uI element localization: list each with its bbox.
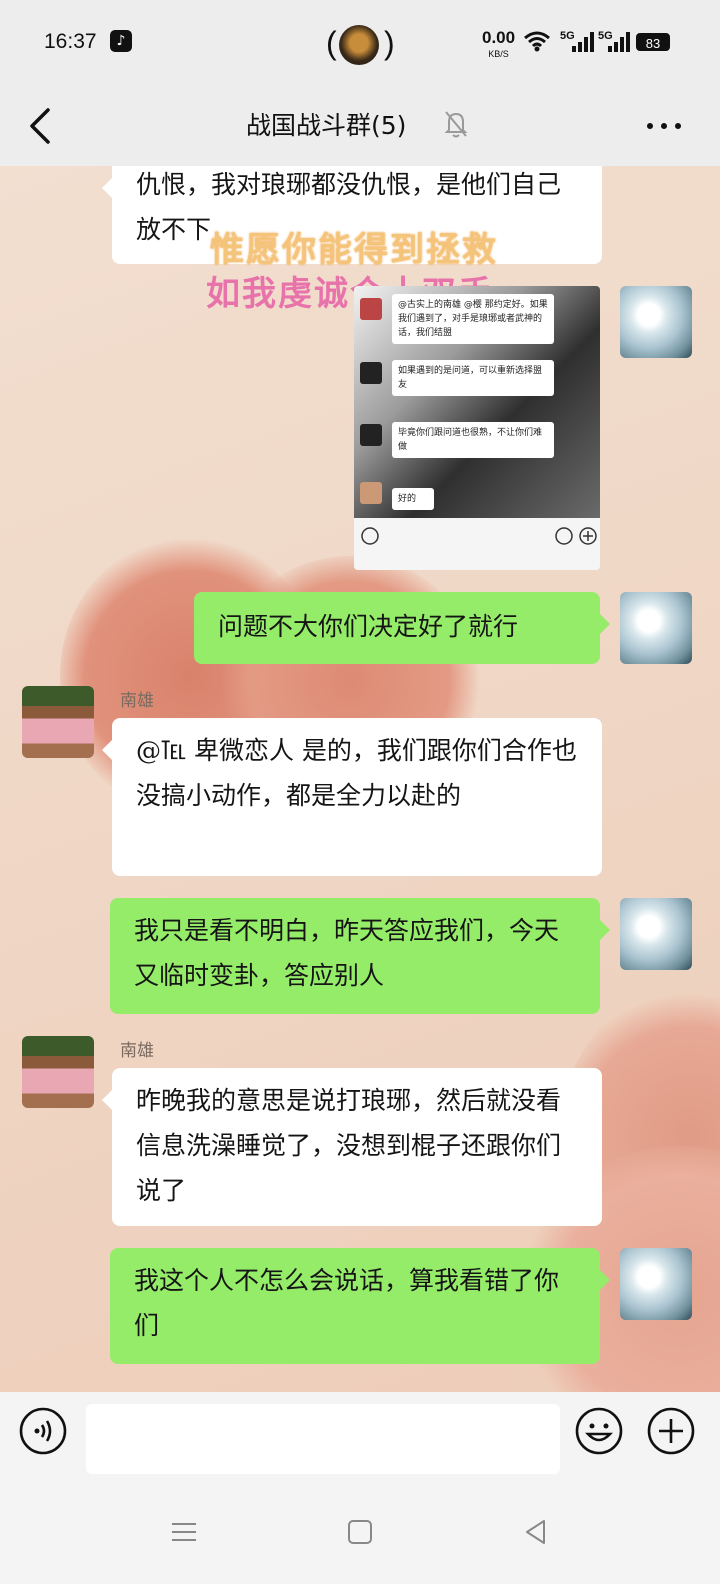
mute-bell-icon (444, 111, 468, 138)
signal-bars-2-icon (608, 32, 630, 52)
contact-avatar[interactable] (22, 1036, 94, 1108)
input-bar (0, 1392, 720, 1584)
sender-name: 南雄 (120, 691, 154, 711)
plus-icon (579, 527, 597, 545)
message-bubble[interactable]: @℡ 卑微恋人 是的，我们跟你们合作也没搞小动作，都是全力以赴的 (102, 718, 602, 876)
image-chat-text: 好的 (392, 488, 434, 510)
mini-avatar (360, 362, 382, 384)
contact-avatar[interactable] (22, 686, 94, 758)
emoji-button[interactable] (574, 1406, 624, 1456)
signal-bars-1-icon (572, 32, 594, 52)
status-bar: 16:37 ♪ ( ) 0.00 KB/S 5G 5G 83 (0, 0, 720, 86)
more-functions-button[interactable] (646, 1406, 696, 1456)
menu-nav-icon[interactable] (170, 1518, 198, 1546)
self-avatar[interactable] (620, 1248, 692, 1320)
image-chat-text: 如果遇到的是问道，可以重新选择盟友 (392, 360, 554, 396)
music-disc-icon (339, 25, 379, 65)
message-bubble[interactable]: 我只是看不明白，昨天答应我们，今天又临时变卦，答应别人 (110, 898, 610, 1014)
mini-avatar (360, 424, 382, 446)
chat-header: 战国战斗群(5) (0, 86, 720, 166)
image-chat-text: @古实上的南雄 @樱 那约定好。如果我们遇到了，对手是琅琊或者武神的话，我们结盟 (392, 294, 554, 344)
back-nav-icon[interactable] (522, 1518, 550, 1546)
sender-name: 南雄 (120, 1041, 154, 1061)
image-input-bar (354, 518, 600, 570)
paren-left-icon: ( (326, 25, 337, 61)
overlay-caption-line1: 惟愿你能得到拯救 (210, 230, 498, 270)
mini-avatar (360, 482, 382, 504)
camera-island: ( ) (326, 24, 396, 65)
network-speed-value: 0.00 (482, 28, 516, 47)
more-options-button[interactable] (644, 116, 684, 136)
back-button[interactable] (24, 104, 60, 148)
home-nav-icon[interactable] (346, 1518, 374, 1546)
battery-icon: 83 (636, 33, 670, 51)
self-avatar[interactable] (620, 592, 692, 664)
image-chat-text: 毕竟你们跟问道也很熟，不让你们难做 (392, 422, 554, 458)
emoji-icon (555, 527, 573, 545)
self-avatar[interactable] (620, 286, 692, 358)
image-message[interactable]: @古实上的南雄 @樱 那约定好。如果我们遇到了，对手是琅琊或者武神的话，我们结盟… (354, 286, 600, 570)
paren-right-icon: ) (384, 25, 395, 61)
network-speed: 0.00 KB/S (482, 28, 516, 62)
message-input[interactable] (86, 1404, 560, 1474)
tiktok-icon: ♪ (110, 30, 132, 52)
wifi-icon (524, 31, 550, 52)
voice-input-button[interactable] (18, 1406, 68, 1456)
message-bubble[interactable]: 昨晚我的意思是说打琅琊，然后就没看信息洗澡睡觉了，没想到棍子还跟你们说了 (102, 1068, 602, 1226)
system-navigation-bar (0, 1500, 720, 1584)
self-avatar[interactable] (620, 898, 692, 970)
network-speed-unit: KB/S (488, 49, 509, 59)
chat-area[interactable]: 仇恨，我对琅琊都没仇恨，是他们自己放不下 惟愿你能得到拯救 如我虔诚合十双手 @… (0, 166, 720, 1392)
chat-title: 战国战斗群(5) (246, 111, 407, 140)
message-bubble[interactable]: 问题不大你们决定好了就行 (194, 592, 610, 664)
status-time: 16:37 (44, 30, 97, 53)
mini-avatar (360, 298, 382, 320)
voice-icon (361, 527, 379, 545)
message-bubble[interactable]: 我这个人不怎么会说话，算我看错了你们 (110, 1248, 610, 1364)
